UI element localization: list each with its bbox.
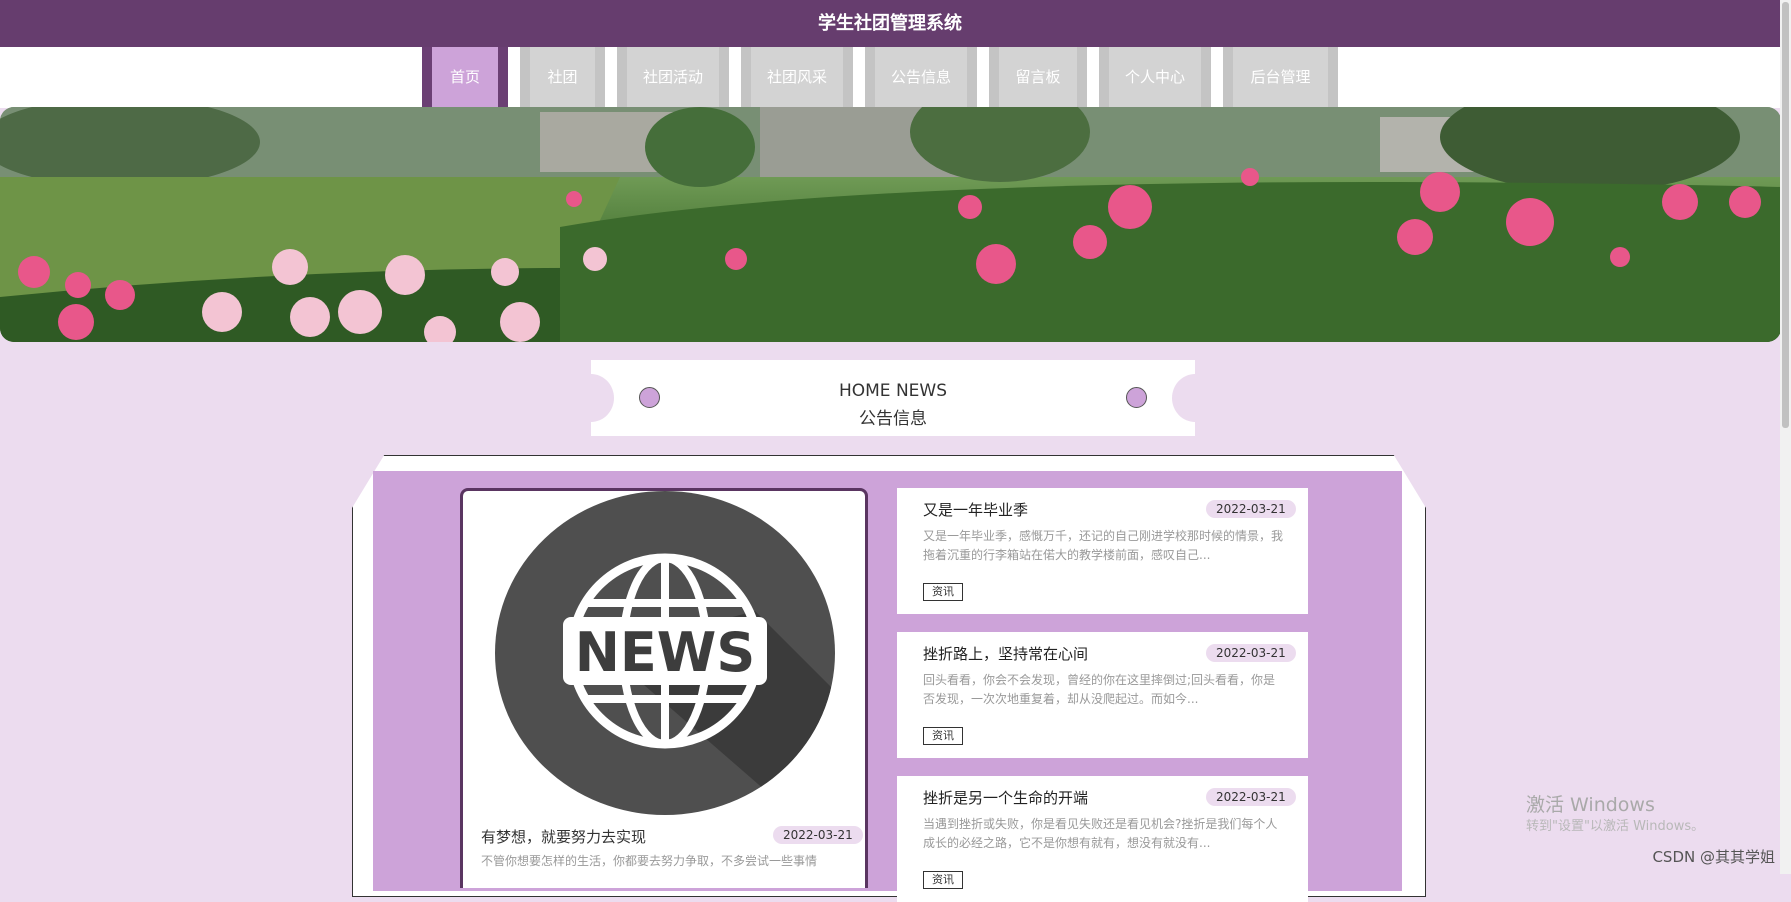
- banner-graphic: [0, 107, 1781, 342]
- news-item[interactable]: 挫折路上，坚持常在心间 2022-03-21 回头看看，你会不会发现，曾经的你在…: [897, 632, 1308, 758]
- nav-item-home[interactable]: 首页: [422, 47, 508, 108]
- globe-icon: NEWS: [563, 553, 835, 815]
- nav-item-club-showcase[interactable]: 社团风采: [741, 47, 853, 108]
- featured-news-excerpt: 不管你想要怎样的生活，你都要去努力争取，不多尝试一些事情: [481, 854, 818, 868]
- news-item-date: 2022-03-21: [1206, 644, 1296, 662]
- news-item-title[interactable]: 又是一年毕业季: [923, 499, 1028, 520]
- news-item-title[interactable]: 挫折路上，坚持常在心间: [923, 643, 1088, 664]
- news-item-tag[interactable]: 资讯: [923, 727, 963, 745]
- news-item-excerpt: 当遇到挫折或失败，你是看见失败还是看见机会?挫折是我们每个人成长的必经之路，它不…: [923, 817, 1278, 850]
- news-item[interactable]: 又是一年毕业季 2022-03-21 又是一年毕业季，感慨万千，还记的自己刚进学…: [897, 488, 1308, 614]
- news-item-excerpt: 又是一年毕业季，感慨万千，还记的自己刚进学校那时候的情景，我拖着沉重的行李箱站在…: [923, 529, 1283, 562]
- news-item-title[interactable]: 挫折是另一个生命的开端: [923, 787, 1088, 808]
- app-title: 学生社团管理系统: [818, 13, 962, 34]
- nav-bar: 首页 社团 社团活动 社团风采 公告信息 留言板 个人中心 后台管理: [0, 47, 1780, 108]
- windows-activation-title: 激活 Windows: [1526, 794, 1655, 816]
- nav-item-club-activities[interactable]: 社团活动: [617, 47, 729, 108]
- featured-news-title[interactable]: 有梦想，就要努力去实现: [481, 826, 646, 847]
- nav-item-admin[interactable]: 后台管理: [1223, 47, 1338, 108]
- news-item-excerpt: 回头看看，你会不会发现，曾经的你在这里摔倒过;回头看看，你是否发现，一次次地重复…: [923, 673, 1276, 706]
- news-globe-image: NEWS: [495, 491, 835, 815]
- banner-image: [0, 107, 1781, 342]
- featured-news-card[interactable]: NEWS 有梦想，就要努力去实现 2022-03-21 不管你想要怎样的生活，你…: [460, 488, 868, 888]
- scrollbar-thumb[interactable]: [1782, 2, 1789, 428]
- section-title-en: HOME NEWS: [838, 381, 948, 401]
- featured-news-date: 2022-03-21: [773, 826, 863, 844]
- page-scrollbar[interactable]: [1780, 0, 1791, 874]
- nav-item-clubs[interactable]: 社团: [520, 47, 605, 108]
- section-title-cn: 公告信息: [859, 409, 927, 429]
- news-item-tag[interactable]: 资讯: [923, 583, 963, 601]
- windows-activation-subtitle: 转到"设置"以激活 Windows。: [1526, 819, 1705, 834]
- news-item-date: 2022-03-21: [1206, 500, 1296, 518]
- news-image-text: NEWS: [575, 621, 756, 684]
- news-item[interactable]: 挫折是另一个生命的开端 2022-03-21 当遇到挫折或失败，你是看见失败还是…: [897, 776, 1308, 902]
- news-item-date: 2022-03-21: [1206, 788, 1296, 806]
- nav-item-message-board[interactable]: 留言板: [989, 47, 1087, 108]
- csdn-credit: CSDN @其其学姐: [1652, 848, 1775, 866]
- app-header: 学生社团管理系统: [0, 0, 1780, 47]
- section-title-card: HOME NEWS 公告信息: [568, 360, 1218, 436]
- nav-item-announcements[interactable]: 公告信息: [865, 47, 977, 108]
- nav-menu: 首页 社团 社团活动 社团风采 公告信息 留言板 个人中心 后台管理: [422, 47, 1338, 108]
- nav-item-personal-center[interactable]: 个人中心: [1099, 47, 1211, 108]
